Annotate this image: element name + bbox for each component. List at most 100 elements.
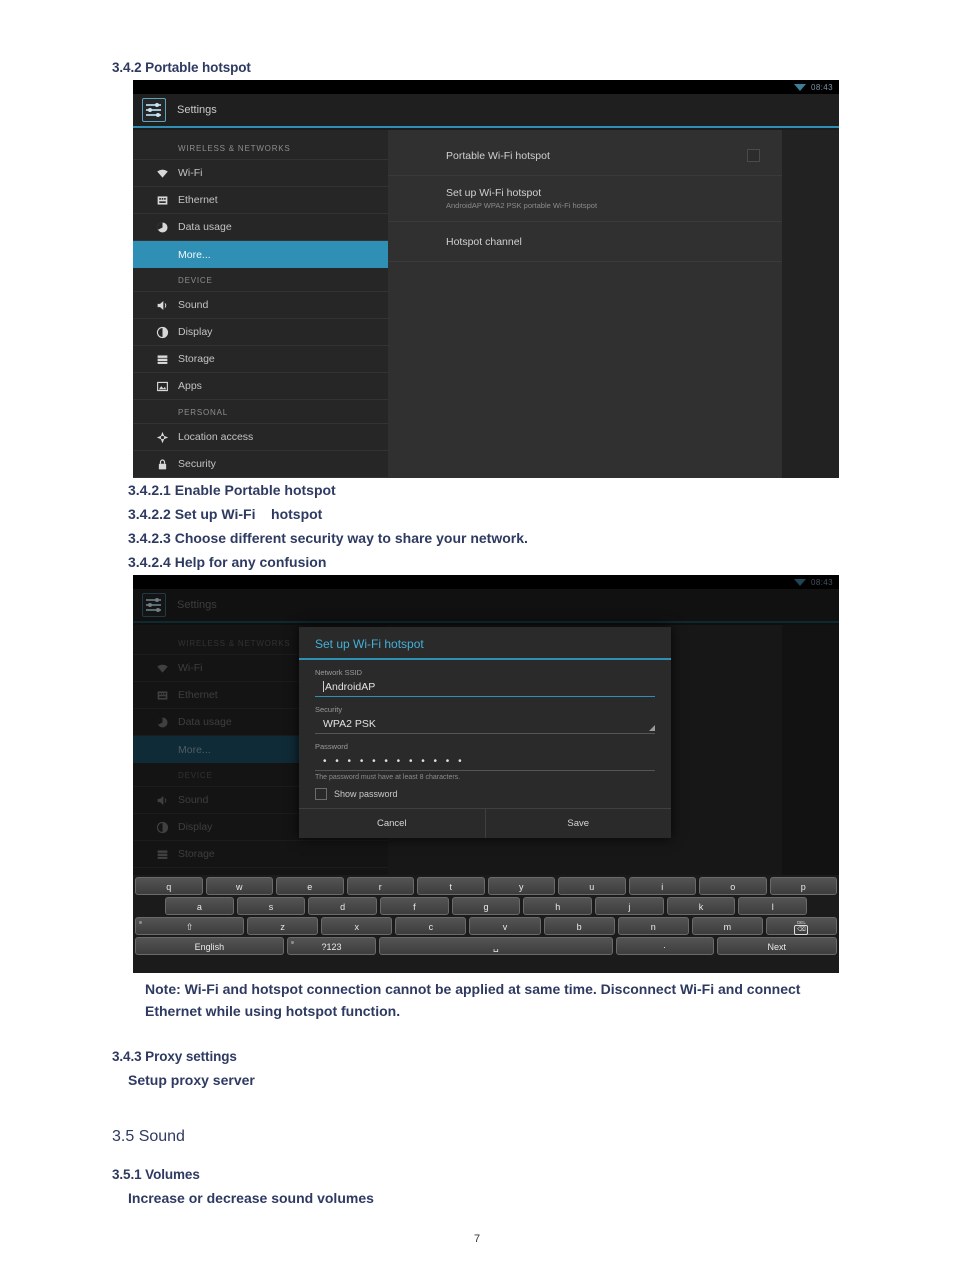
- key-m[interactable]: m: [691, 917, 763, 935]
- row-portable-wifi-hotspot[interactable]: Portable Wi-Fi hotspot: [388, 136, 782, 176]
- password-value: • • • • • • • • • • • •: [323, 756, 465, 767]
- storage-icon: [156, 353, 169, 366]
- row-title: Portable Wi-Fi hotspot: [446, 149, 550, 162]
- sidebar-group-label-wireless: WIRELESS & NETWORKS: [133, 136, 388, 160]
- action-bar: Settings: [133, 94, 839, 128]
- sidebar-item-apps[interactable]: Apps: [133, 373, 388, 400]
- key-n[interactable]: n: [617, 917, 689, 935]
- key-l[interactable]: l: [738, 897, 808, 915]
- sidebar-item-more[interactable]: More...: [133, 241, 388, 268]
- key-q[interactable]: q: [135, 877, 203, 895]
- key-t[interactable]: t: [417, 877, 485, 895]
- key-p[interactable]: p: [769, 877, 837, 895]
- proxy-body-text: Setup proxy server: [128, 1072, 255, 1088]
- key-i[interactable]: i: [628, 877, 696, 895]
- row-hotspot-channel[interactable]: Hotspot channel: [388, 222, 782, 262]
- lock-icon: [156, 458, 169, 471]
- key-e[interactable]: e: [276, 877, 344, 895]
- key-w[interactable]: w: [205, 877, 273, 895]
- key-dot-icon: [139, 921, 142, 924]
- key-r[interactable]: r: [346, 877, 414, 895]
- key-delete[interactable]: DEL ⌫: [765, 917, 837, 935]
- security-dropdown[interactable]: WPA2 PSK: [315, 716, 655, 734]
- key-c[interactable]: c: [395, 917, 467, 935]
- key-a[interactable]: a: [165, 897, 234, 915]
- chevron-down-icon: [649, 725, 655, 731]
- password-input[interactable]: • • • • • • • • • • • •: [315, 753, 655, 771]
- key-next[interactable]: Next: [716, 937, 837, 955]
- setup-wifi-hotspot-dialog: Set up Wi-Fi hotspot Network SSID Androi…: [299, 627, 671, 838]
- save-button[interactable]: Save: [486, 809, 672, 838]
- ssid-input[interactable]: AndroidAP: [315, 679, 655, 697]
- show-password-checkbox[interactable]: [315, 788, 327, 800]
- key-x[interactable]: x: [321, 917, 393, 935]
- key-b[interactable]: b: [543, 917, 615, 935]
- display-icon: [156, 326, 169, 339]
- list-item: 3.4.2.4 Help for any confusion: [128, 554, 327, 570]
- show-password-label: Show password: [334, 789, 398, 799]
- volumes-body-text: Increase or decrease sound volumes: [128, 1190, 374, 1206]
- portable-hotspot-checkbox[interactable]: [747, 149, 760, 162]
- key-v[interactable]: v: [469, 917, 541, 935]
- symbols-label: ?123: [321, 942, 342, 952]
- key-y[interactable]: y: [487, 877, 555, 895]
- keyboard-row-3: ⇧ z x c v b n m DEL ⌫: [133, 916, 839, 936]
- key-s[interactable]: s: [236, 897, 306, 915]
- sidebar-item-data-usage[interactable]: Data usage: [133, 214, 388, 241]
- status-bar-clock: 08:43: [810, 82, 833, 92]
- row-setup-wifi-hotspot[interactable]: Set up Wi-Fi hotspot AndroidAP WPA2 PSK …: [388, 176, 782, 222]
- key-o[interactable]: o: [699, 877, 767, 895]
- more-icon: [156, 248, 169, 261]
- sidebar-item-label: Security: [178, 458, 216, 470]
- key-g[interactable]: g: [451, 897, 521, 915]
- app-title: Settings: [177, 104, 217, 116]
- row-subtitle: AndroidAP WPA2 PSK portable Wi-Fi hotspo…: [446, 201, 598, 210]
- delete-label: DEL: [797, 920, 806, 925]
- sidebar-item-label: Sound: [178, 299, 209, 311]
- sidebar-item-display[interactable]: Display: [133, 319, 388, 346]
- settings-icon: [142, 98, 166, 122]
- key-f[interactable]: f: [380, 897, 449, 915]
- shift-icon: ⇧: [185, 922, 194, 932]
- apps-icon: [156, 380, 169, 393]
- dialog-body: Network SSID AndroidAP Security WPA2 PSK…: [299, 660, 671, 808]
- key-j[interactable]: j: [595, 897, 664, 915]
- sidebar-item-sound[interactable]: Sound: [133, 292, 388, 319]
- key-h[interactable]: h: [523, 897, 593, 915]
- hotspot-settings-content: Portable Wi-Fi hotspot Set up Wi-Fi hots…: [388, 130, 782, 478]
- key-dot-icon: [290, 941, 294, 944]
- row-title: Set up Wi-Fi hotspot: [446, 187, 542, 199]
- android-screenshot-setup-wifi-hotspot: 08:43 Settings WIRELESS & NETWORKS Wi-Fi…: [133, 575, 839, 973]
- show-password-row[interactable]: Show password: [315, 788, 655, 808]
- sidebar-item-security[interactable]: Security: [133, 451, 388, 478]
- key-language[interactable]: English: [135, 937, 284, 955]
- key-k[interactable]: k: [666, 897, 736, 915]
- key-symbols[interactable]: ?123: [286, 937, 377, 955]
- key-d[interactable]: d: [308, 897, 378, 915]
- sidebar-item-wifi[interactable]: Wi-Fi: [133, 160, 388, 187]
- sidebar-group-label-device: DEVICE: [133, 268, 388, 292]
- content-right-gutter: [782, 130, 839, 478]
- key-z[interactable]: z: [247, 917, 319, 935]
- keyboard-row-2: a s d f g h j k l: [133, 896, 839, 916]
- location-icon: [156, 431, 169, 444]
- sidebar-item-label: Storage: [178, 353, 215, 365]
- sidebar-item-ethernet[interactable]: Ethernet: [133, 187, 388, 214]
- settings-sidebar: WIRELESS & NETWORKS Wi-Fi Ethernet Data …: [133, 130, 388, 478]
- key-space[interactable]: ␣: [379, 937, 613, 955]
- heading-sound: 3.5 Sound: [112, 1128, 185, 1145]
- ssid-label: Network SSID: [315, 668, 363, 677]
- cancel-button[interactable]: Cancel: [299, 809, 486, 838]
- page-number: 7: [473, 1233, 481, 1245]
- key-period[interactable]: ·: [615, 937, 714, 955]
- key-shift[interactable]: ⇧: [135, 917, 245, 935]
- key-u[interactable]: u: [558, 877, 626, 895]
- sidebar-item-location-access[interactable]: Location access: [133, 424, 388, 451]
- sidebar-item-label: Display: [178, 326, 213, 338]
- password-label: Password: [315, 742, 348, 751]
- sidebar-item-label: Location access: [178, 431, 254, 443]
- sidebar-item-storage[interactable]: Storage: [133, 346, 388, 373]
- sidebar-item-label: Ethernet: [178, 194, 218, 206]
- dialog-title: Set up Wi-Fi hotspot: [299, 627, 671, 660]
- list-item: 3.4.2.1 Enable Portable hotspot: [128, 482, 336, 498]
